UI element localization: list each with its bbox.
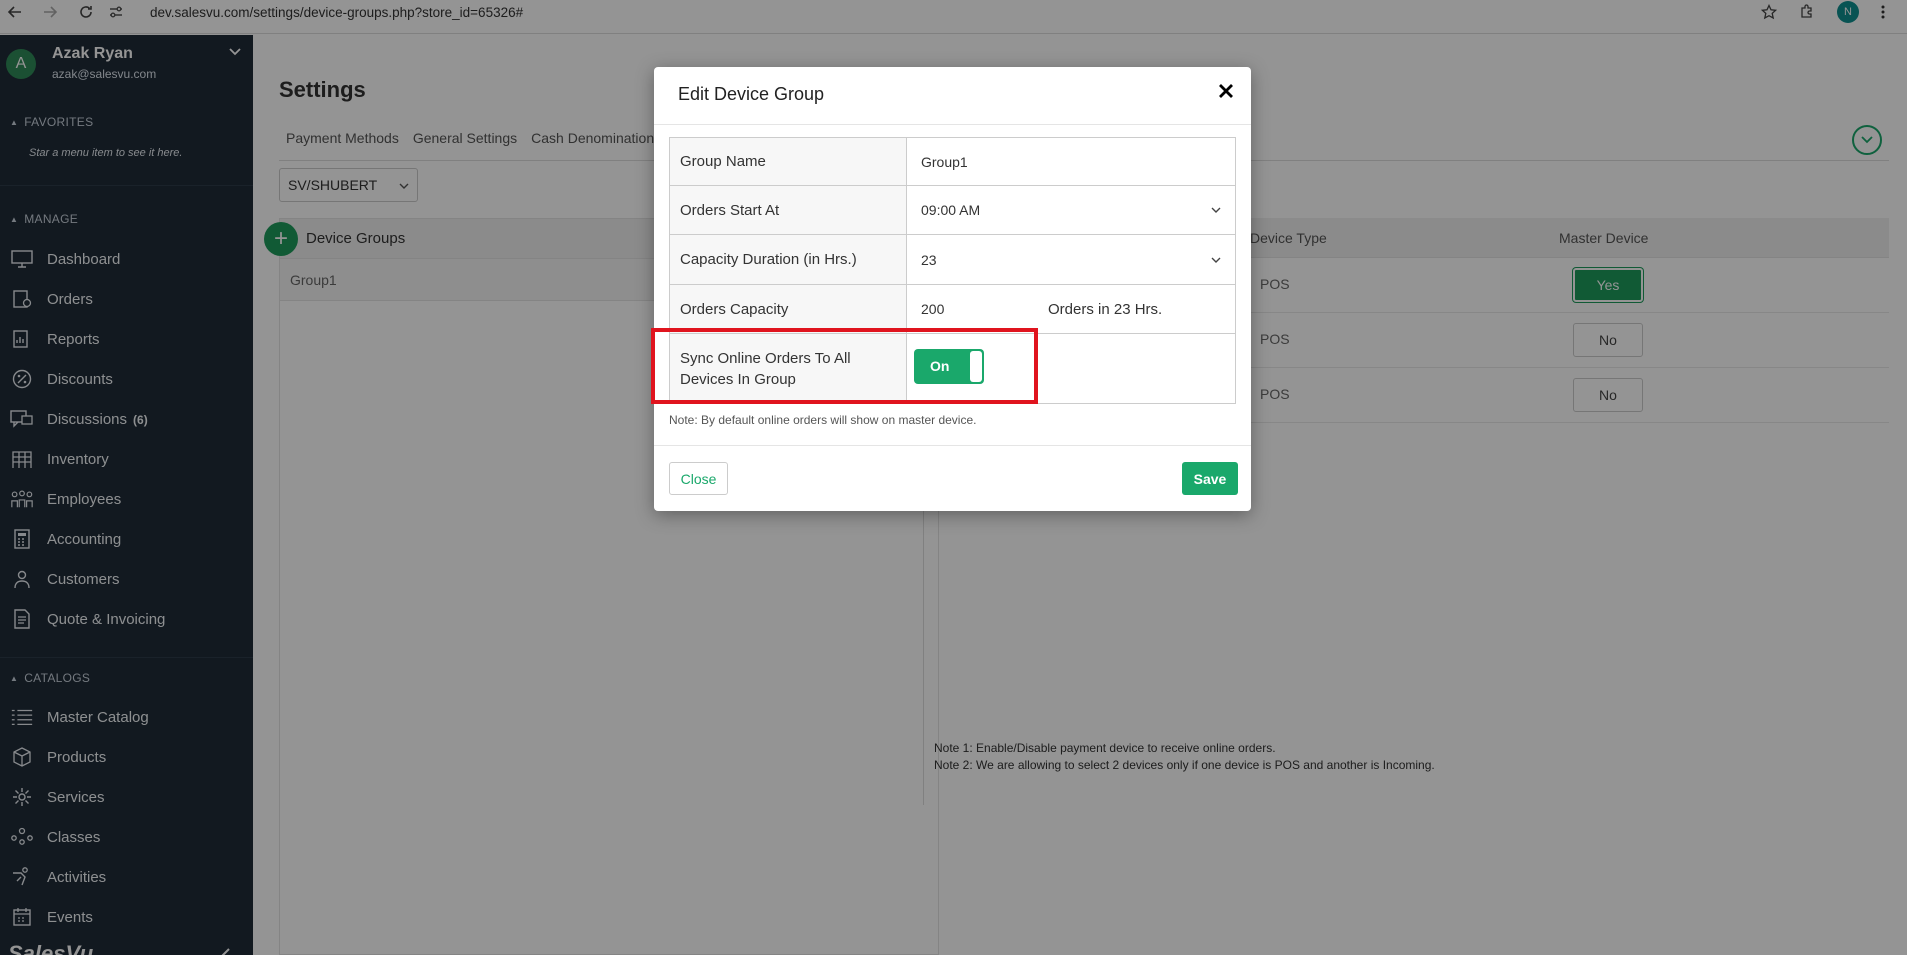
highlight-box: [651, 328, 1038, 404]
form-row-orders-start: Orders Start At 09:00 AM: [670, 186, 1235, 235]
close-button[interactable]: Close: [669, 462, 728, 495]
close-icon[interactable]: [1217, 82, 1235, 100]
orders-capacity-suffix: Orders in 23 Hrs.: [1048, 300, 1163, 318]
orders-capacity-input[interactable]: 200 Orders in 23 Hrs.: [907, 285, 1235, 333]
chevron-down-icon: [1211, 207, 1221, 213]
orders-capacity-label: Orders Capacity: [670, 285, 907, 333]
divider: [654, 124, 1251, 125]
group-name-label: Group Name: [670, 138, 907, 185]
modal-title: Edit Device Group: [678, 84, 825, 104]
form-row-orders-capacity: Orders Capacity 200 Orders in 23 Hrs.: [670, 285, 1235, 334]
group-name-input[interactable]: Group1: [907, 138, 1235, 185]
capacity-duration-select[interactable]: 23: [907, 235, 1235, 284]
capacity-duration-label: Capacity Duration (in Hrs.): [670, 235, 907, 284]
modal-note: Note: By default online orders will show…: [669, 413, 977, 427]
chevron-down-icon: [1211, 257, 1221, 263]
form-row-capacity-duration: Capacity Duration (in Hrs.) 23: [670, 235, 1235, 285]
edit-device-group-modal: Edit Device Group Group Name Group1 Orde…: [654, 67, 1251, 511]
orders-start-select[interactable]: 09:00 AM: [907, 186, 1235, 234]
divider: [654, 445, 1251, 446]
save-button[interactable]: Save: [1182, 462, 1238, 495]
form-row-group-name: Group Name Group1: [670, 138, 1235, 186]
orders-start-label: Orders Start At: [670, 186, 907, 234]
